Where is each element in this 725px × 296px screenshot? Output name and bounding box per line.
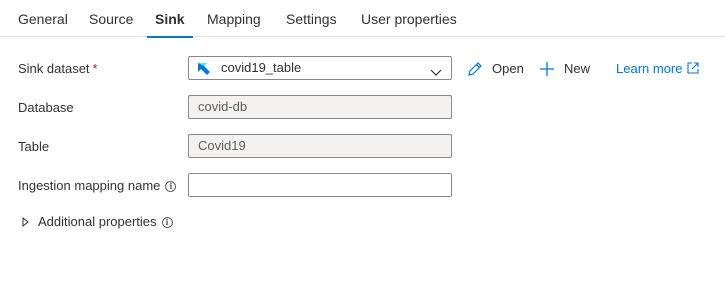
info-icon[interactable]: i [165,181,177,192]
table-label: Table [18,139,50,154]
open-label: Open [492,61,524,76]
ingestion-mapping-label: Ingestion mapping name i [18,178,177,193]
chevron-down-icon [430,64,442,82]
sink-dataset-label: Sink dataset * [18,61,98,76]
plus-icon [540,62,554,76]
ingestion-mapping-label-text: Ingestion mapping name [18,178,161,193]
kusto-dataset-icon [197,62,211,81]
tab-sink[interactable]: Sink [147,0,193,38]
database-field: covid-db [188,95,452,119]
tab-user-properties[interactable]: User properties [361,0,457,37]
caret-right-icon [22,217,29,227]
additional-properties-label: Additional properties i [38,212,173,232]
pencil-icon [468,62,482,76]
new-button[interactable]: New [539,58,594,80]
tab-bar: General Source Sink Mapping Settings Use… [0,0,725,38]
additional-properties-label-text: Additional properties [38,214,157,229]
external-link-icon [687,62,700,74]
sink-dataset-dropdown[interactable]: covid19_table [188,56,452,80]
database-label: Database [18,100,74,115]
info-icon[interactable]: i [161,217,173,228]
tab-general[interactable]: General [18,0,68,37]
required-marker: * [92,61,98,76]
learn-more-label: Learn more [616,61,683,76]
sink-dataset-value: covid19_table [221,60,302,75]
ingestion-mapping-input[interactable] [188,173,452,197]
tab-mapping[interactable]: Mapping [207,0,261,37]
table-field: Covid19 [188,134,452,158]
sink-dataset-label-text: Sink dataset [18,61,90,76]
learn-more-link[interactable]: Learn more [616,58,700,80]
new-label: New [564,61,591,76]
tab-source[interactable]: Source [89,0,133,37]
tab-settings[interactable]: Settings [286,0,337,37]
open-button[interactable]: Open [467,58,527,80]
